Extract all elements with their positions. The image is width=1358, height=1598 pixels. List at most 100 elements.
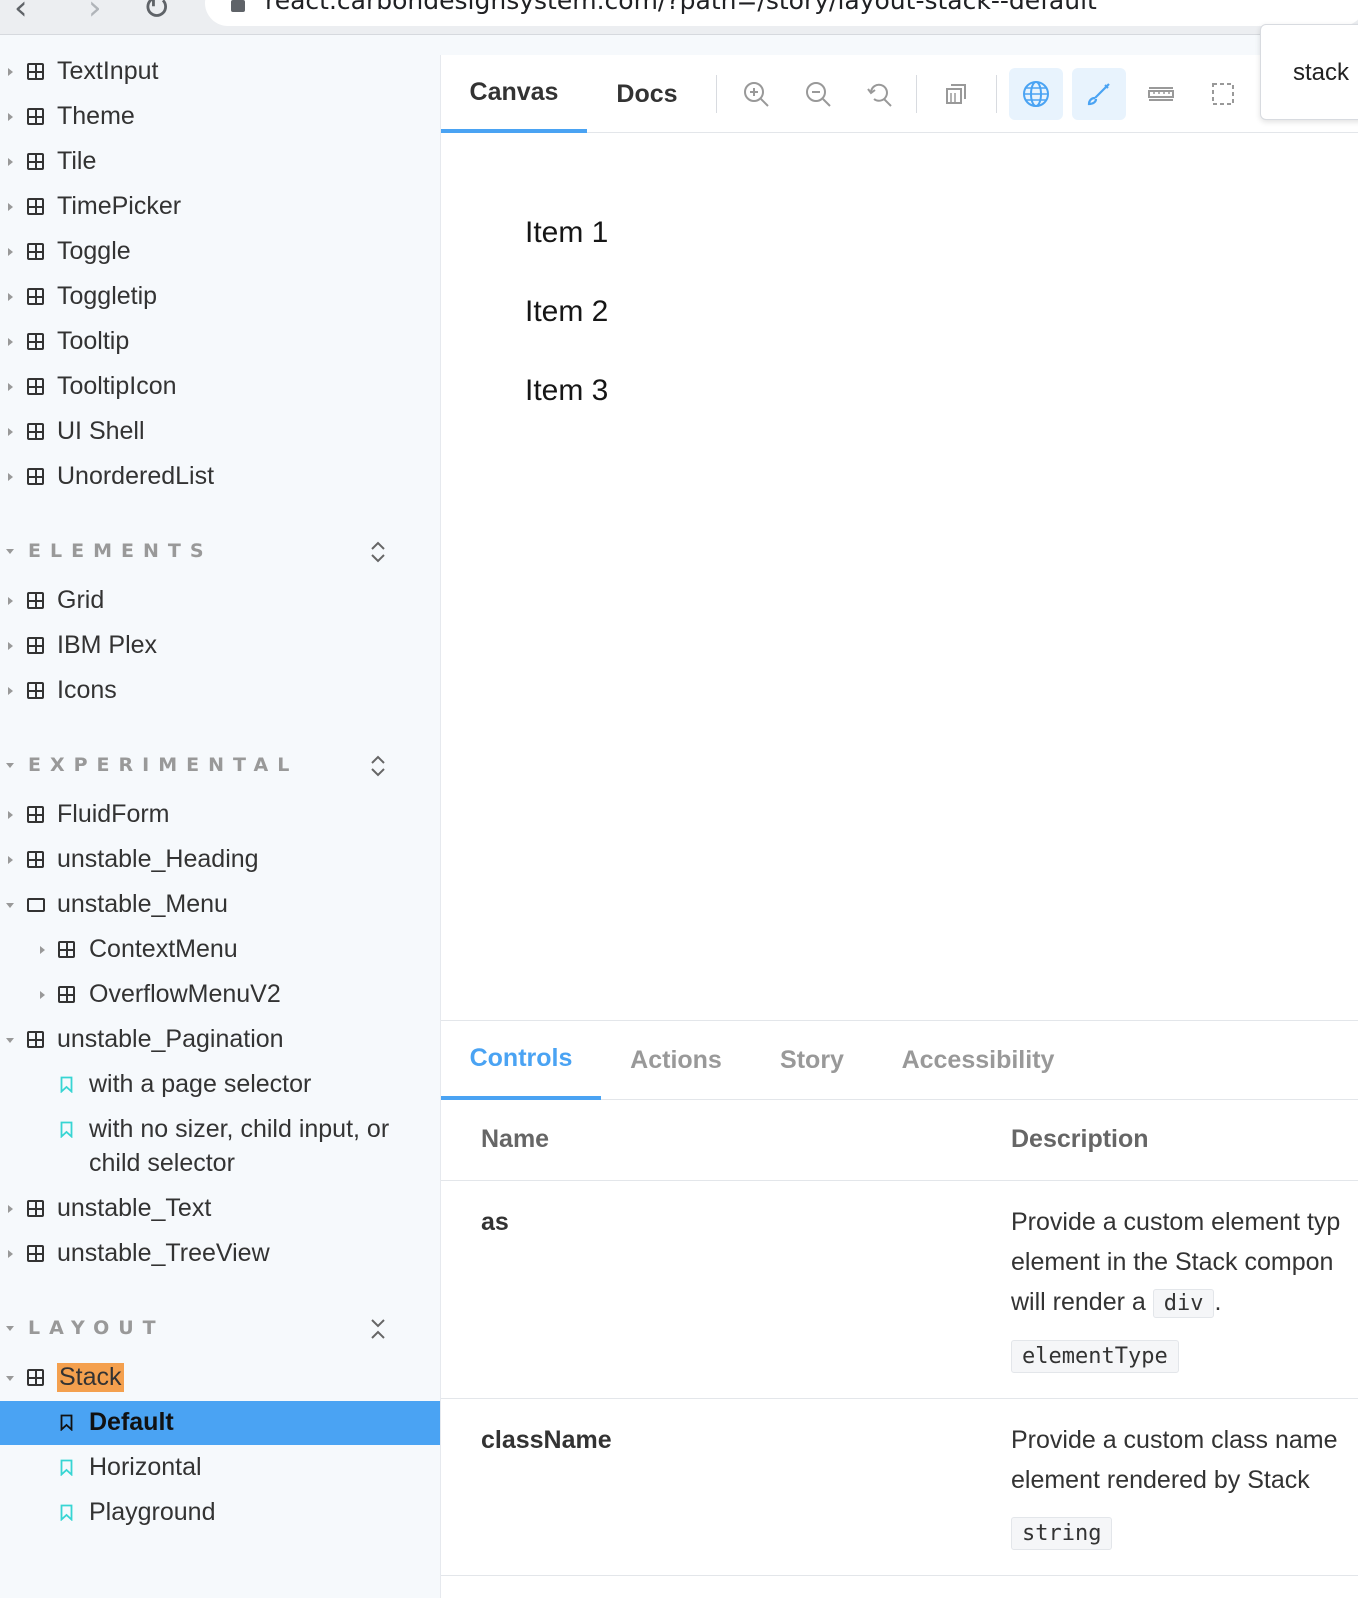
address-bar[interactable]: react.carbondesignsystem.com/?path=/stor… bbox=[205, 0, 1358, 26]
main-panel: Canvas Docs Item 1 Item 2 Item 3 Control… bbox=[440, 55, 1358, 1598]
search-tooltip: stack bbox=[1260, 24, 1358, 120]
sidebar-item[interactable]: UI Shell bbox=[0, 410, 440, 454]
component-icon bbox=[27, 63, 44, 80]
section-title: ELEMENTS bbox=[28, 540, 213, 562]
stack-item: Item 3 bbox=[525, 374, 609, 407]
column-header-name: Name bbox=[481, 1125, 550, 1153]
zoom-out-button[interactable] bbox=[791, 68, 845, 120]
tab-controls[interactable]: Controls bbox=[441, 1021, 601, 1100]
background-button[interactable] bbox=[929, 68, 983, 120]
sidebar-item[interactable]: Tooltip bbox=[0, 320, 440, 364]
sidebar-item-label: Tile bbox=[57, 147, 97, 175]
sidebar-item[interactable]: Icons bbox=[0, 669, 440, 713]
sidebar-item[interactable]: unstable_Heading bbox=[0, 838, 440, 882]
sidebar: TextInput Theme Tile TimePicker Toggle T… bbox=[0, 36, 440, 1598]
description-line: will render a bbox=[1011, 1288, 1146, 1316]
zoom-in-button[interactable] bbox=[729, 68, 783, 120]
caret-right-icon bbox=[8, 68, 13, 76]
tab-story[interactable]: Story bbox=[751, 1021, 873, 1100]
tab-docs[interactable]: Docs bbox=[587, 55, 707, 133]
sidebar-item[interactable]: UnorderedList bbox=[0, 455, 440, 499]
sidebar-item[interactable]: TimePicker bbox=[0, 185, 440, 229]
theme-button[interactable] bbox=[1072, 68, 1126, 120]
component-icon bbox=[27, 637, 44, 654]
collapse-all-icon[interactable] bbox=[368, 1315, 388, 1343]
caret-right-icon bbox=[8, 687, 13, 695]
expand-all-icon[interactable] bbox=[368, 538, 388, 566]
caret-right-icon bbox=[8, 428, 13, 436]
story-item-playground[interactable]: Playground bbox=[0, 1491, 440, 1535]
prop-name: className bbox=[481, 1426, 612, 1454]
component-icon bbox=[27, 851, 44, 868]
sidebar-item-label: UI Shell bbox=[57, 417, 145, 445]
sidebar-item[interactable]: FluidForm bbox=[0, 793, 440, 837]
tab-actions[interactable]: Actions bbox=[601, 1021, 751, 1100]
story-item-label: Playground bbox=[89, 1498, 216, 1526]
caret-right-icon bbox=[40, 946, 45, 954]
story-item[interactable]: with no sizer, child input, or child sel… bbox=[0, 1108, 440, 1186]
sidebar-item[interactable]: IBM Plex bbox=[0, 624, 440, 668]
inline-code: div bbox=[1152, 1289, 1215, 1318]
outline-button[interactable] bbox=[1196, 68, 1250, 120]
reset-zoom-button[interactable] bbox=[853, 68, 907, 120]
sidebar-item-label: FluidForm bbox=[57, 800, 170, 828]
story-item[interactable]: with a page selector bbox=[0, 1063, 440, 1107]
component-icon bbox=[27, 423, 44, 440]
sidebar-item[interactable]: ContextMenu bbox=[0, 928, 440, 972]
sidebar-item-label: OverflowMenuV2 bbox=[89, 980, 281, 1008]
toolbar-divider bbox=[996, 75, 997, 113]
column-header-description: Description bbox=[1011, 1125, 1149, 1153]
sidebar-item[interactable]: TextInput bbox=[0, 50, 440, 94]
sidebar-item[interactable]: unstable_Menu bbox=[0, 883, 440, 927]
sidebar-item-label: unstable_Menu bbox=[57, 890, 228, 918]
back-arrow-icon[interactable]: ‹ bbox=[14, 0, 28, 28]
forward-arrow-icon[interactable]: › bbox=[88, 0, 102, 28]
section-title: LAYOUT bbox=[28, 1317, 165, 1339]
sidebar-item[interactable]: Toggletip bbox=[0, 275, 440, 319]
tab-accessibility[interactable]: Accessibility bbox=[873, 1021, 1083, 1100]
story-item-horizontal[interactable]: Horizontal bbox=[0, 1446, 440, 1490]
component-icon bbox=[27, 1245, 44, 1262]
sidebar-item[interactable]: unstable_TreeView bbox=[0, 1232, 440, 1276]
zoom-in-icon bbox=[744, 82, 769, 107]
caret-right-icon bbox=[8, 473, 13, 481]
description-line: Provide a custom class name bbox=[1011, 1426, 1338, 1454]
sidebar-item-label: UnorderedList bbox=[57, 462, 215, 490]
sidebar-item[interactable]: Toggle bbox=[0, 230, 440, 274]
sidebar-item[interactable]: Grid bbox=[0, 579, 440, 623]
expand-all-icon[interactable] bbox=[368, 752, 388, 780]
story-item-label: Default bbox=[89, 1408, 174, 1436]
caret-right-icon bbox=[8, 293, 13, 301]
sidebar-item-label: unstable_Pagination bbox=[57, 1025, 284, 1053]
sidebar-item[interactable]: Tile bbox=[0, 140, 440, 184]
tab-canvas[interactable]: Canvas bbox=[441, 55, 587, 133]
sidebar-item[interactable]: unstable_Text bbox=[0, 1187, 440, 1231]
sidebar-item[interactable]: OverflowMenuV2 bbox=[0, 973, 440, 1017]
bookmark-icon bbox=[60, 1414, 73, 1431]
reload-icon[interactable]: ↻ bbox=[142, 0, 171, 28]
measure-button[interactable] bbox=[1134, 68, 1188, 120]
caret-down-icon bbox=[6, 1038, 14, 1043]
locale-button[interactable] bbox=[1009, 68, 1063, 120]
toolbar-divider bbox=[716, 75, 717, 113]
sidebar-item-label: unstable_TreeView bbox=[57, 1239, 270, 1267]
sidebar-item[interactable]: Theme bbox=[0, 95, 440, 139]
section-header-experimental[interactable]: EXPERIMENTAL bbox=[0, 746, 440, 786]
caret-down-icon bbox=[6, 549, 14, 554]
component-icon bbox=[27, 1369, 44, 1386]
component-icon bbox=[27, 333, 44, 350]
section-header-elements[interactable]: ELEMENTS bbox=[0, 532, 440, 572]
paintbrush-icon bbox=[1087, 83, 1110, 106]
sidebar-item-label: TooltipIcon bbox=[57, 372, 177, 400]
sidebar-item[interactable]: TooltipIcon bbox=[0, 365, 440, 409]
component-icon bbox=[27, 592, 44, 609]
sidebar-item[interactable]: unstable_Pagination bbox=[0, 1018, 440, 1062]
section-header-layout[interactable]: LAYOUT bbox=[0, 1309, 440, 1349]
caret-right-icon bbox=[8, 1250, 13, 1258]
component-icon bbox=[27, 806, 44, 823]
story-item-default[interactable]: Default bbox=[0, 1401, 440, 1445]
addons-panel: Controls Actions Story Accessibility Nam… bbox=[441, 1020, 1358, 1598]
component-icon bbox=[27, 1200, 44, 1217]
sidebar-item-stack[interactable]: Stack bbox=[0, 1356, 440, 1400]
story-item-label: Horizontal bbox=[89, 1453, 202, 1481]
